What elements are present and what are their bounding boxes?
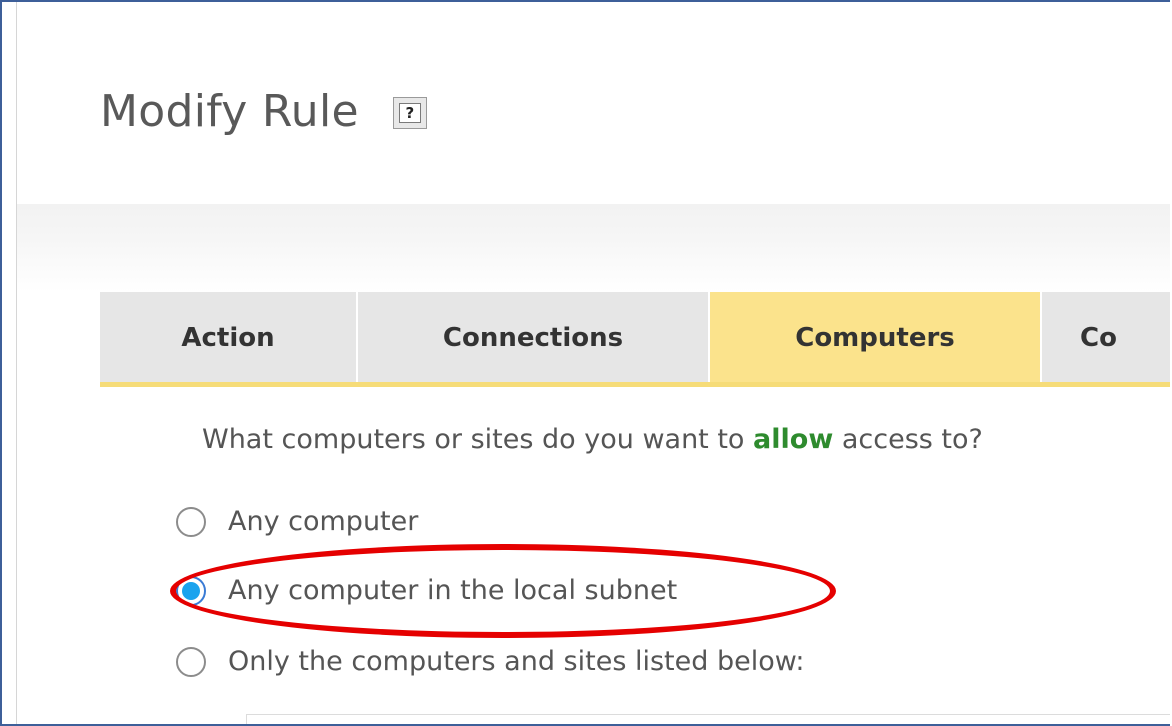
panel-edge (16, 2, 17, 724)
question-suffix: access to? (833, 424, 983, 455)
question-prefix: What computers or sites do you want to (202, 424, 754, 455)
radio-button-selected[interactable] (176, 575, 206, 606)
radio-selected-dot (182, 581, 200, 600)
tab-conditions-truncated[interactable]: Co (1042, 292, 1170, 384)
dialog-frame: Modify Rule ? Action Connections Compute… (0, 0, 1170, 726)
tab-bar: Action Connections Computers Co (100, 292, 1170, 384)
title-row: Modify Rule ? (100, 76, 427, 146)
option-listed-computers[interactable]: Only the computers and sites listed belo… (176, 646, 804, 677)
active-tab-underline (100, 382, 1170, 387)
question-allow-emphasis: allow (753, 424, 834, 455)
option-label: Any computer in the local subnet (228, 575, 678, 606)
computers-question: What computers or sites do you want to a… (202, 424, 983, 455)
tab-computers[interactable]: Computers (710, 292, 1042, 384)
computers-list-box[interactable] (246, 714, 1170, 724)
radio-button[interactable] (176, 506, 206, 537)
page-title: Modify Rule (100, 85, 359, 137)
option-any-computer[interactable]: Any computer (176, 506, 418, 537)
option-label: Any computer (228, 506, 419, 537)
option-label: Only the computers and sites listed belo… (228, 646, 805, 677)
radio-button[interactable] (176, 646, 206, 677)
help-glyph: ? (398, 103, 421, 123)
header-band (17, 204, 1170, 292)
tab-action[interactable]: Action (100, 292, 358, 384)
help-question-icon[interactable]: ? (392, 97, 427, 129)
tab-connections[interactable]: Connections (358, 292, 710, 384)
option-local-subnet[interactable]: Any computer in the local subnet (176, 575, 677, 606)
